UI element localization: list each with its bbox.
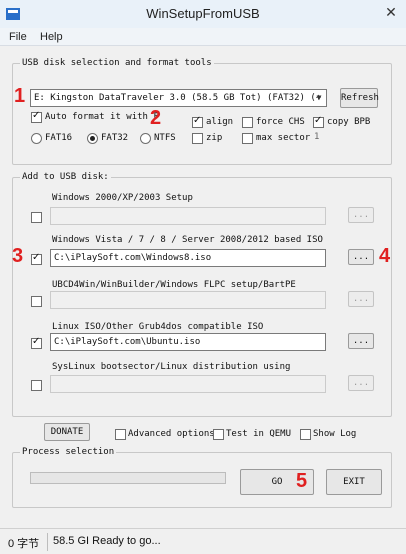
show-log-checkbox[interactable] bbox=[300, 429, 311, 440]
source-checkbox-win-xp[interactable] bbox=[31, 212, 42, 223]
align-checkbox[interactable] bbox=[192, 115, 203, 128]
show-log-label: Show Log bbox=[313, 429, 357, 439]
source-checkbox-linux-iso[interactable] bbox=[31, 336, 42, 349]
copy-bpb-checkbox[interactable] bbox=[313, 115, 324, 128]
menu-help[interactable]: Help bbox=[40, 31, 63, 43]
source-checkbox-win-vista[interactable] bbox=[31, 252, 42, 265]
fs-fat32-radio[interactable] bbox=[87, 133, 98, 144]
force-chs-label: force CHS bbox=[256, 117, 305, 127]
max-sector-label: max sector bbox=[256, 133, 311, 143]
annotation-marker-3: 3 bbox=[12, 245, 24, 267]
status-ready: 58.5 GI Ready to go... bbox=[53, 535, 161, 547]
status-bar: 0 字节 58.5 GI Ready to go... bbox=[0, 528, 406, 554]
browse-button-syslinux[interactable]: ... bbox=[348, 375, 374, 391]
status-divider bbox=[47, 533, 48, 551]
browse-button-win-xp[interactable]: ... bbox=[348, 207, 374, 223]
source-checkbox-syslinux[interactable] bbox=[31, 380, 42, 391]
source-label-bartpe: UBCD4Win/WinBuilder/Windows FLPC setup/B… bbox=[52, 280, 296, 290]
auto-format-label: Auto format it with F bbox=[45, 112, 159, 122]
advanced-options-checkbox[interactable] bbox=[115, 429, 126, 440]
window-title: WinSetupFromUSB bbox=[146, 6, 260, 21]
fs-fat32-label: FAT32 bbox=[101, 133, 129, 143]
chevron-down-icon: ▼ bbox=[316, 93, 322, 102]
process-title: Process selection bbox=[20, 447, 117, 457]
force-chs-checkbox[interactable] bbox=[242, 117, 253, 128]
copy-bpb-label: copy BPB bbox=[327, 117, 371, 127]
menu-file[interactable]: File bbox=[9, 31, 27, 43]
source-label-win-vista: Windows Vista / 7 / 8 / Server 2008/2012… bbox=[52, 235, 323, 245]
source-path-win-xp[interactable] bbox=[50, 207, 326, 225]
browse-button-bartpe[interactable]: ... bbox=[348, 291, 374, 307]
annotation-marker-5: 5 bbox=[296, 470, 308, 492]
source-path-bartpe[interactable] bbox=[50, 291, 326, 309]
client-area: USB disk selection and format tools 1 E:… bbox=[0, 46, 406, 528]
progress-bar bbox=[30, 472, 226, 484]
auto-format-checkbox[interactable] bbox=[31, 110, 42, 123]
max-sector-checkbox[interactable] bbox=[242, 133, 253, 144]
fs-ntfs-radio[interactable] bbox=[140, 133, 151, 144]
browse-button-win-vista[interactable]: ... bbox=[348, 249, 374, 265]
test-in-qemu-checkbox[interactable] bbox=[213, 429, 224, 440]
exit-button[interactable]: EXIT bbox=[326, 469, 382, 495]
max-sector-value[interactable]: 1 bbox=[314, 132, 319, 142]
source-label-win-xp: Windows 2000/XP/2003 Setup bbox=[52, 193, 193, 203]
title-bar: WinSetupFromUSB ✕ bbox=[0, 0, 406, 28]
annotation-marker-4: 4 bbox=[379, 245, 391, 267]
close-button[interactable]: ✕ bbox=[380, 2, 402, 24]
fs-fat16-label: FAT16 bbox=[45, 133, 73, 143]
source-checkbox-bartpe[interactable] bbox=[31, 296, 42, 307]
source-path-win-vista[interactable]: C:\iPlaySoft.com\Windows8.iso bbox=[50, 249, 326, 267]
zip-label: zip bbox=[206, 133, 223, 143]
advanced-options-label: Advanced options bbox=[128, 429, 215, 439]
source-label-linux-iso: Linux ISO/Other Grub4dos compatible ISO bbox=[52, 322, 264, 332]
zip-checkbox[interactable] bbox=[192, 133, 203, 144]
annotation-marker-2: 2 bbox=[150, 107, 162, 129]
add-to-usb-title: Add to USB disk: bbox=[20, 172, 111, 182]
usb-disk-dropdown[interactable]: E: Kingston DataTraveler 3.0 (58.5 GB To… bbox=[30, 89, 327, 107]
fs-fat16-radio[interactable] bbox=[31, 133, 42, 144]
test-in-qemu-label: Test in QEMU bbox=[226, 429, 292, 439]
close-icon: ✕ bbox=[385, 5, 397, 21]
align-label: align bbox=[206, 117, 234, 127]
fs-ntfs-label: NTFS bbox=[154, 133, 176, 143]
source-path-syslinux[interactable] bbox=[50, 375, 326, 393]
donate-button[interactable]: DONATE bbox=[44, 423, 90, 441]
refresh-button[interactable]: Refresh bbox=[340, 88, 379, 108]
annotation-marker-1: 1 bbox=[14, 85, 26, 107]
menu-bar: File Help bbox=[0, 28, 406, 46]
status-bytes: 0 字节 bbox=[8, 538, 40, 550]
source-label-syslinux: SysLinux bootsector/Linux distribution u… bbox=[52, 362, 291, 372]
usb-tools-title: USB disk selection and format tools bbox=[20, 58, 214, 68]
browse-button-linux-iso[interactable]: ... bbox=[348, 333, 374, 349]
source-path-linux-iso[interactable]: C:\iPlaySoft.com\Ubuntu.iso bbox=[50, 333, 326, 351]
usb-disk-value: E: Kingston DataTraveler 3.0 (58.5 GB To… bbox=[34, 93, 322, 103]
